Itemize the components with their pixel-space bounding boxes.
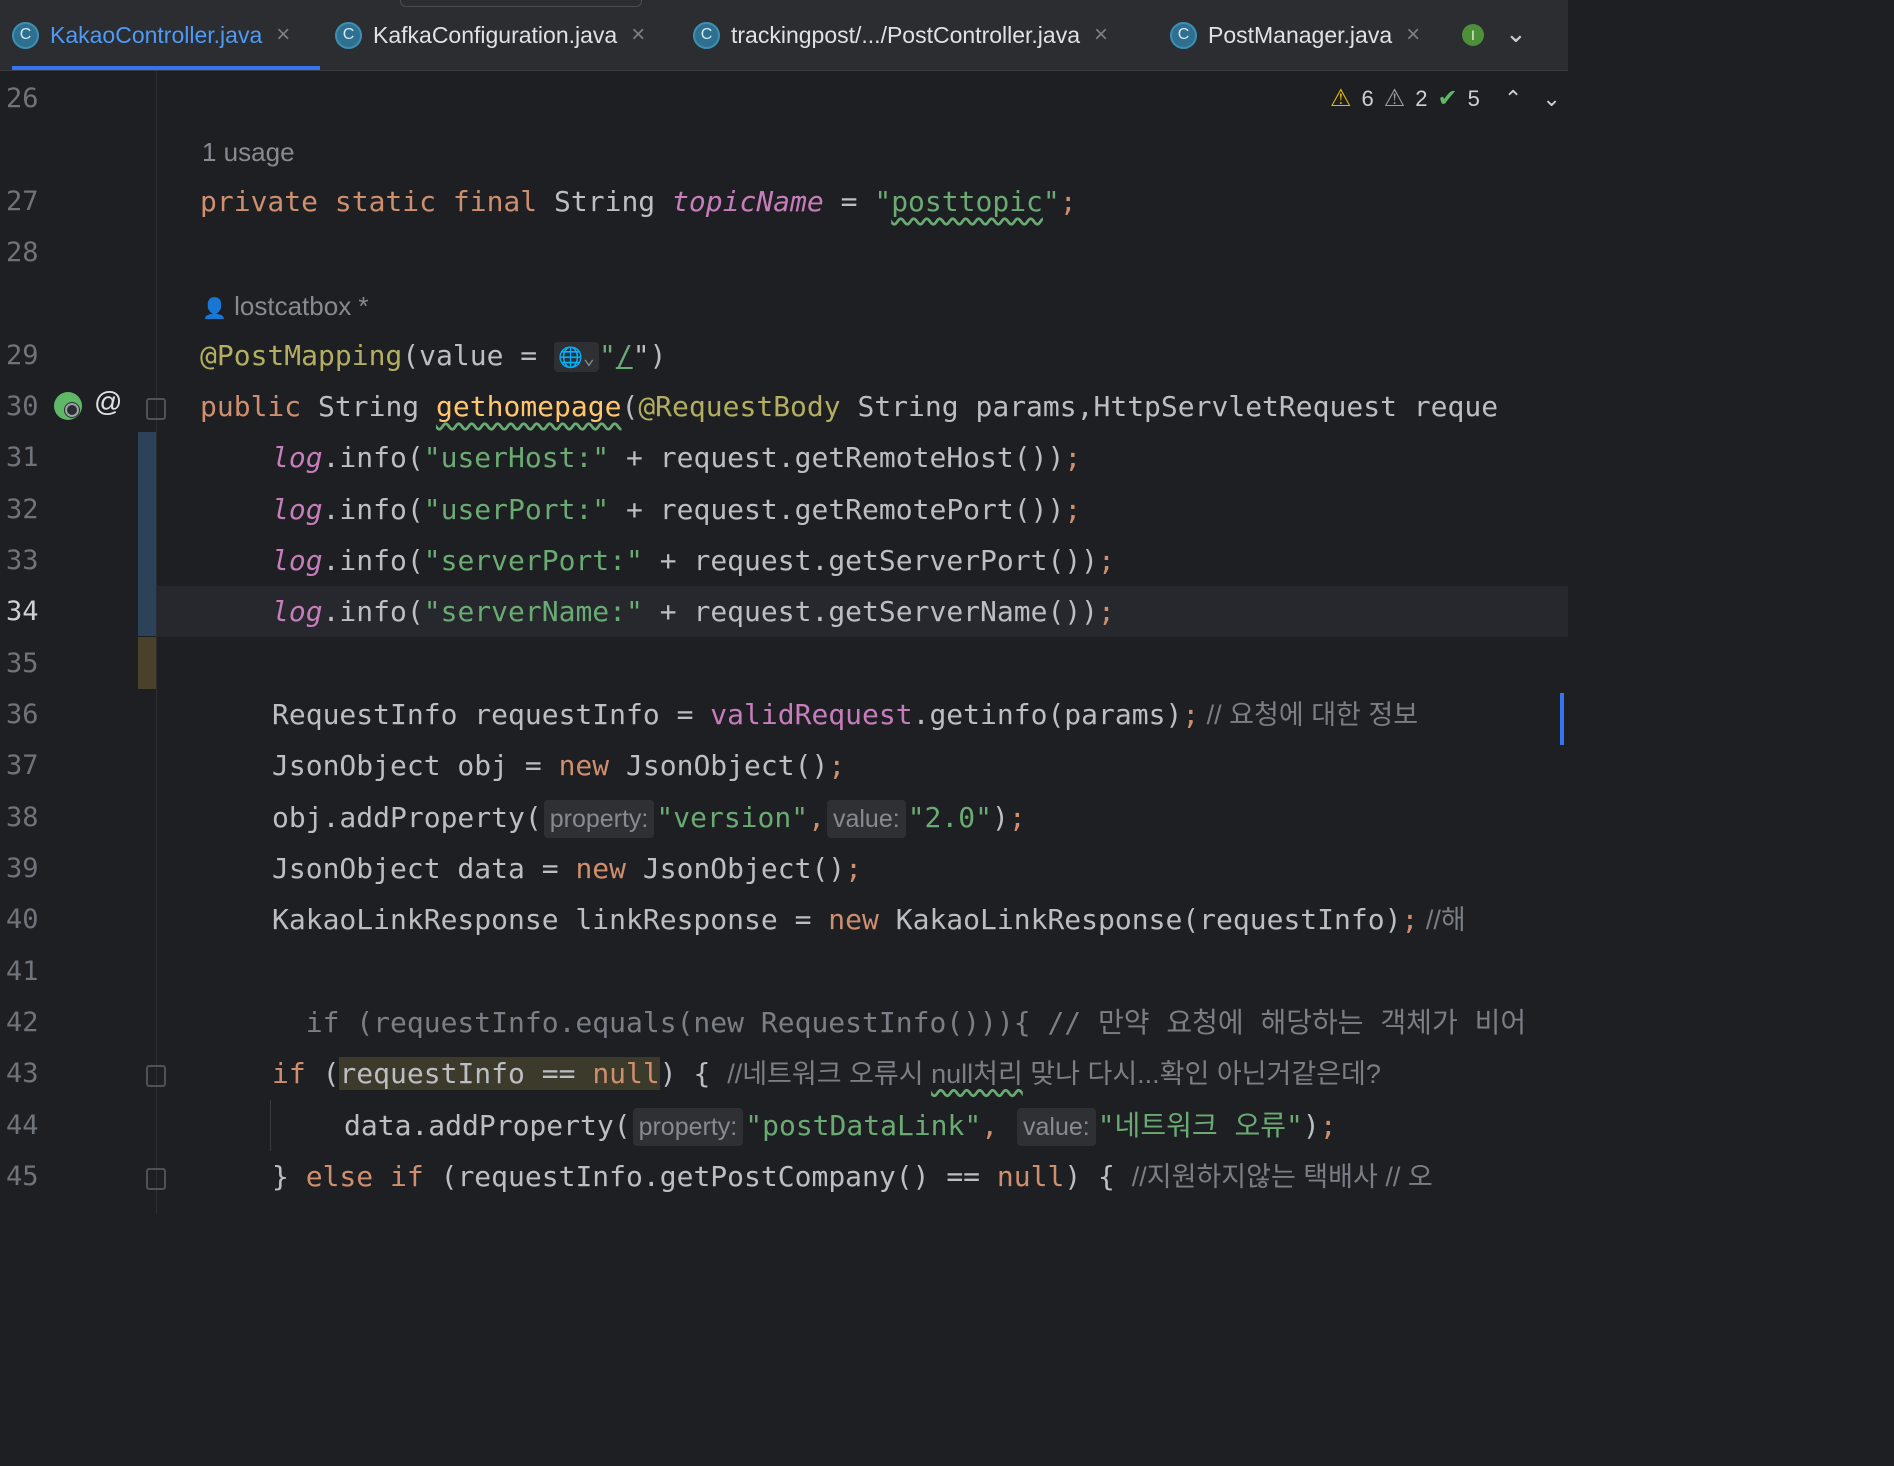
line-number: 36	[6, 699, 39, 730]
user-icon: 👤	[202, 298, 227, 320]
inspection-widget[interactable]: ⚠ 6 ⚠ 2 ✔ 5 ⌃ ⌄	[1330, 84, 1561, 113]
param-hint: property:	[632, 1108, 744, 1146]
code-line-43[interactable]: if (requestInfo == null) { //네트워크 오류시 nu…	[272, 1048, 1381, 1100]
chevron-down-icon[interactable]: ⌄	[1542, 86, 1560, 112]
indent-guide	[270, 1100, 271, 1151]
line-number: 26	[6, 83, 39, 114]
web-endpoint-icon[interactable]	[52, 390, 84, 429]
scroll-marker	[1560, 693, 1564, 745]
fold-icon[interactable]	[146, 398, 166, 420]
code-line-29[interactable]: @PostMapping(value = 🌐⌄ "/")	[200, 330, 666, 381]
line-number: 39	[6, 853, 39, 884]
warning-icon: ⚠	[1330, 85, 1352, 112]
line-number: 37	[6, 750, 39, 781]
code-line-30[interactable]: public String gethomepage(@RequestBody S…	[200, 381, 1498, 432]
fold-icon[interactable]	[146, 1065, 166, 1087]
line-number: 43	[6, 1058, 39, 1089]
tab-kakao-controller[interactable]: C KakaoController.java ×	[12, 0, 320, 70]
editor-tab-bar: C KakaoController.java × C KafkaConfigur…	[0, 0, 1568, 71]
gutter-separator	[156, 71, 157, 1214]
weak-warning-icon: ⚠	[1383, 85, 1406, 112]
tab-post-controller[interactable]: C trackingpost/.../PostController.java ×	[693, 0, 1108, 70]
typo-count: 5	[1467, 85, 1480, 111]
typo-check-icon: ✔	[1437, 85, 1458, 112]
code-line-27[interactable]: private static final String topicName = …	[200, 176, 1077, 227]
class-icon: C	[335, 21, 362, 49]
code-line-38[interactable]: obj.addProperty(property: "version", value…	[272, 792, 1026, 843]
param-hint: value:	[826, 800, 906, 838]
line-number-current: 34	[6, 596, 39, 627]
tab-kafka-configuration[interactable]: C KafkaConfiguration.java ×	[335, 0, 645, 70]
code-line-40[interactable]: KakaoLinkResponse linkResponse = new Kak…	[272, 894, 1466, 946]
close-icon[interactable]: ×	[1406, 21, 1420, 49]
line-number: 44	[6, 1110, 39, 1141]
close-icon[interactable]: ×	[1094, 21, 1108, 49]
line-number: 38	[6, 802, 39, 833]
close-icon[interactable]: ×	[276, 21, 290, 49]
tab-label: KakaoController.java	[50, 21, 263, 48]
code-line-37[interactable]: JsonObject obj = new JsonObject();	[272, 740, 845, 791]
chevron-down-icon[interactable]: ⌄	[1505, 18, 1527, 49]
line-number: 45	[6, 1161, 39, 1192]
author-name: lostcatbox *	[234, 291, 369, 321]
code-line-36[interactable]: RequestInfo requestInfo = validRequest.g…	[272, 689, 1426, 741]
code-line-31[interactable]: log.info("userHost:" + request.getRemote…	[272, 432, 1081, 483]
code-line-32[interactable]: log.info("userPort:" + request.getRemote…	[272, 484, 1081, 535]
annotation-at-icon[interactable]: @	[94, 386, 122, 418]
code-line-33[interactable]: log.info("serverPort:" + request.getServ…	[272, 535, 1115, 586]
param-hint: property:	[543, 800, 655, 838]
code-line-44[interactable]: data.addProperty(property: "postDataLink"…	[344, 1100, 1337, 1151]
author-hint[interactable]: 👤 lostcatbox *	[202, 291, 369, 322]
line-number: 28	[6, 237, 39, 268]
code-line-34[interactable]: log.info("serverName:" + request.getServ…	[272, 586, 1115, 637]
interface-icon[interactable]: I	[1462, 24, 1484, 46]
code-line-42[interactable]: if (requestInfo.equals(new RequestInfo()…	[272, 997, 1526, 1048]
tab-label: KafkaConfiguration.java	[373, 21, 618, 48]
line-number: 33	[6, 545, 39, 576]
usages-hint[interactable]: 1 usage	[202, 137, 295, 168]
line-number: 35	[6, 648, 39, 679]
globe-icon[interactable]: 🌐⌄	[554, 342, 599, 372]
code-line-39[interactable]: JsonObject data = new JsonObject();	[272, 843, 862, 894]
vcs-added-marker	[138, 637, 156, 689]
line-number: 29	[6, 340, 39, 371]
code-line-45[interactable]: } else if (requestInfo.getPostCompany() …	[272, 1151, 1433, 1203]
line-number: 31	[6, 442, 39, 473]
class-icon: C	[12, 21, 39, 49]
line-number: 27	[6, 186, 39, 217]
line-number: 30	[6, 391, 39, 422]
vcs-modified-marker	[138, 432, 156, 636]
tab-post-manager[interactable]: C PostManager.java ×	[1170, 0, 1420, 70]
tab-label: trackingpost/.../PostController.java	[731, 21, 1080, 48]
line-number: 41	[6, 956, 39, 987]
close-icon[interactable]: ×	[631, 21, 645, 49]
line-number: 32	[6, 494, 39, 525]
warning-count: 6	[1361, 85, 1374, 111]
chevron-up-icon[interactable]: ⌃	[1504, 86, 1522, 112]
class-icon: C	[693, 21, 720, 49]
fold-icon[interactable]	[146, 1168, 166, 1190]
weak-warning-count: 2	[1415, 85, 1428, 111]
line-number: 42	[6, 1007, 39, 1038]
tab-label: PostManager.java	[1208, 21, 1393, 48]
line-number: 40	[6, 904, 39, 935]
param-hint: value:	[1016, 1108, 1096, 1146]
class-icon: C	[1170, 21, 1197, 49]
